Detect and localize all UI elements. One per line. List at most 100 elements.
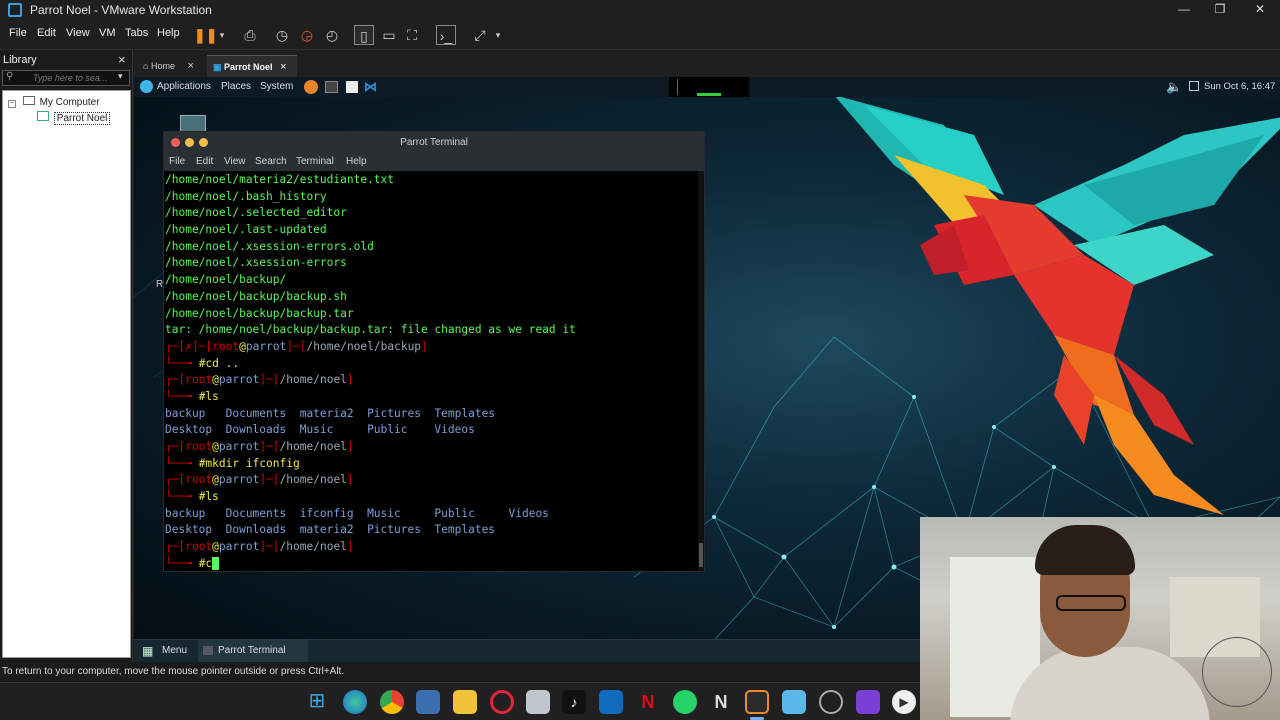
notification-icon[interactable] <box>1189 81 1199 91</box>
person-shirt <box>1010 647 1210 720</box>
menu-view[interactable]: View <box>66 27 90 39</box>
output-line: /home/noel/.last-updated <box>165 223 327 237</box>
menu-vm[interactable]: VM <box>99 27 116 39</box>
library-tree: − My Computer Parrot Noel <box>2 90 131 658</box>
console-view-icon[interactable]: ›_ <box>436 25 456 45</box>
tab-home[interactable]: ⌂ Home × <box>137 55 203 77</box>
pause-icon[interactable]: ❚❚ <box>194 25 217 45</box>
vmware-status-bar: To return to your computer, move the mou… <box>0 662 920 682</box>
guest-menu-places[interactable]: Places <box>221 81 251 92</box>
command-line: └──╼ #ls <box>165 490 219 504</box>
chevron-down-icon[interactable]: ▾ <box>488 25 508 45</box>
guest-menu-applications[interactable]: Applications <box>157 81 211 92</box>
minimize-button[interactable]: — <box>1164 0 1204 20</box>
collapse-icon[interactable]: − <box>8 100 16 108</box>
menu-help[interactable]: Help <box>157 27 180 39</box>
volume-icon[interactable]: 🔈 <box>1166 79 1182 95</box>
close-button[interactable]: ✕ <box>1240 0 1280 20</box>
snipping-tool-icon[interactable] <box>526 690 550 714</box>
minimize-dot-icon[interactable] <box>185 138 194 147</box>
terminal-titlebar[interactable]: Parrot Terminal <box>164 132 704 153</box>
library-search-input[interactable]: Type here to sea... <box>2 70 130 86</box>
vmware-app-icon <box>8 3 22 17</box>
vmware-taskbar-icon[interactable] <box>745 690 769 714</box>
terminal-menu-file[interactable]: File <box>169 156 185 167</box>
obs-icon[interactable] <box>819 690 843 714</box>
prompt-line: ┌─[root@parrot]─[/home/noel] <box>165 540 354 554</box>
current-input[interactable]: #c <box>199 557 212 570</box>
thumbnail-bar-icon[interactable]: ▭ <box>379 25 399 45</box>
library-search[interactable]: Type here to sea... ⚲ ▾ <box>2 70 130 86</box>
maximize-dot-icon[interactable] <box>199 138 208 147</box>
menu-edit[interactable]: Edit <box>37 27 56 39</box>
chevron-down-icon[interactable]: ▾ <box>212 25 232 45</box>
terminal-window[interactable]: Parrot Terminal File Edit View Search Te… <box>163 131 705 572</box>
prompt-line: ┌─[root@parrot]─[/home/noel] <box>165 440 354 453</box>
output-line: tar: /home/noel/backup/backup.tar: file … <box>165 323 576 337</box>
prompt-line: ┌─[✗]─[root@parrot]─[/home/noel/backup] <box>165 339 428 353</box>
grid-menu-icon[interactable]: ▦ <box>142 644 153 658</box>
folder-icon[interactable] <box>453 690 477 714</box>
chevron-down-icon[interactable]: ▾ <box>118 71 123 82</box>
close-dot-icon[interactable] <box>171 138 180 147</box>
prompt-line: ┌─[root@parrot]─[/home/noel] <box>165 473 354 487</box>
ls-output: backup Documents ifconfig Music Public V… <box>165 506 549 520</box>
close-icon[interactable]: × <box>187 60 193 72</box>
terminal-menu-edit[interactable]: Edit <box>196 156 213 167</box>
tree-item-my-computer[interactable]: − My Computer <box>8 96 100 108</box>
edge-icon[interactable] <box>343 690 367 714</box>
menu-file[interactable]: File <box>9 27 27 39</box>
vscode-icon[interactable]: ⋈ <box>364 79 377 95</box>
menu-tabs[interactable]: Tabs <box>125 27 148 39</box>
stretch-icon[interactable]: ⤢ <box>470 25 490 45</box>
command-line[interactable]: └──╼ #c <box>165 556 698 573</box>
cpu-graph <box>697 93 721 96</box>
tree-item-parrot-noel[interactable]: Parrot Noel <box>37 111 111 125</box>
vm-tab-strip: ⌂ Home × ▣ Parrot Noel × <box>133 50 1280 77</box>
terminal-menu-help[interactable]: Help <box>346 156 367 167</box>
firefox-icon[interactable] <box>304 80 318 94</box>
library-header: Library <box>3 54 37 66</box>
notepad-icon[interactable] <box>782 690 806 714</box>
terminal-scrollbar[interactable] <box>698 171 704 571</box>
video-editor-icon[interactable] <box>856 690 880 714</box>
parrot-logo <box>834 95 1280 515</box>
text-cursor <box>212 556 219 570</box>
fan <box>1202 637 1272 707</box>
guest-menu-system[interactable]: System <box>260 81 293 92</box>
chrome-icon[interactable] <box>380 690 404 714</box>
taskbar-item-terminal[interactable]: Parrot Terminal <box>198 640 308 662</box>
output-line: /home/noel/.bash_history <box>165 189 327 203</box>
output-line: /home/noel/backup/backup.tar <box>165 306 354 320</box>
opera-icon[interactable] <box>490 690 514 714</box>
windows-start-icon[interactable]: ⊞ <box>305 690 329 714</box>
close-icon[interactable]: × <box>118 52 126 67</box>
guest-clock[interactable]: Sun Oct 6, 16:47 <box>1204 81 1275 92</box>
terminal-launcher-icon[interactable] <box>325 81 338 93</box>
text-editor-icon[interactable] <box>346 81 358 93</box>
tab-parrot-noel[interactable]: ▣ Parrot Noel × <box>207 55 297 77</box>
scrollbar-thumb[interactable] <box>699 543 703 567</box>
terminal-menu-terminal[interactable]: Terminal <box>296 156 334 167</box>
library-toggle-icon[interactable]: ▯ <box>354 25 374 45</box>
snapshot-icon[interactable]: ◷ <box>272 25 292 45</box>
media-player-icon[interactable]: ▶ <box>892 690 916 714</box>
outlook-icon[interactable] <box>599 690 623 714</box>
whatsapp-icon[interactable] <box>673 690 697 714</box>
revert-snapshot-icon[interactable]: ◶ <box>297 25 317 45</box>
parrot-menu-icon[interactable] <box>140 80 153 93</box>
computer-icon <box>22 96 35 105</box>
netflix-icon[interactable]: N <box>636 690 660 714</box>
guest-menu-button[interactable]: Menu <box>162 645 187 656</box>
close-icon[interactable]: × <box>280 61 286 73</box>
send-keys-icon[interactable]: ⎙ <box>240 25 260 45</box>
snapshot-manager-icon[interactable]: ◴ <box>322 25 342 45</box>
terminal-output[interactable]: /home/noel/materia2/estudiante.txt /home… <box>164 171 698 571</box>
fullscreen-icon[interactable]: ⛶ <box>402 25 422 45</box>
terminal-menu-search[interactable]: Search <box>255 156 287 167</box>
notion-icon[interactable]: N <box>709 690 733 714</box>
tiktok-icon[interactable]: ♪ <box>562 690 586 714</box>
file-manager-icon[interactable] <box>416 690 440 714</box>
terminal-menu-view[interactable]: View <box>224 156 246 167</box>
maximize-button[interactable]: ❐ <box>1200 0 1240 20</box>
